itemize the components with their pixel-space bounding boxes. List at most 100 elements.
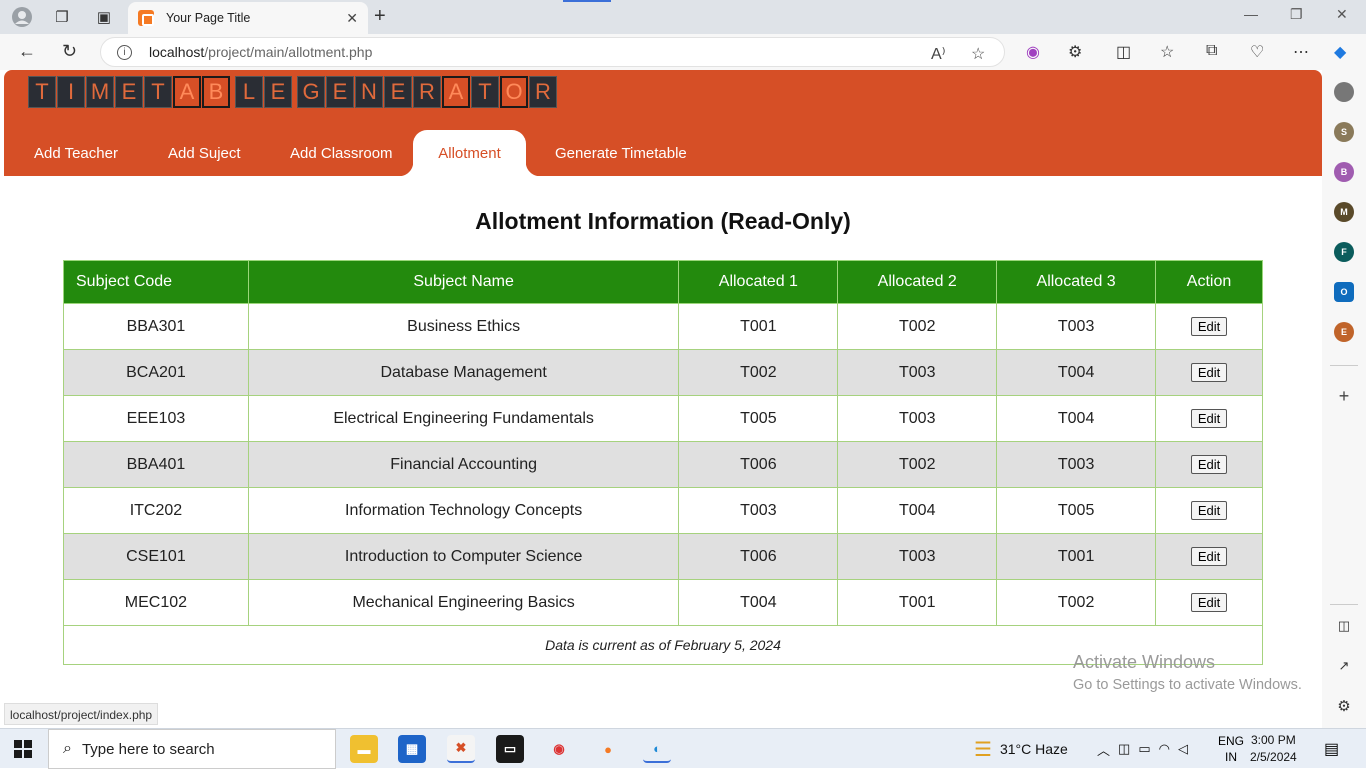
timetable-generator-logo: TIMETABLEGENERATOR xyxy=(28,76,558,108)
sidebar-panel-icon[interactable]: ◫ xyxy=(1334,616,1354,636)
cell-allocated-2: T003 xyxy=(837,349,998,396)
back-icon[interactable]: ← xyxy=(18,41,36,62)
cell-subject-name: Business Ethics xyxy=(247,303,680,350)
edit-button[interactable]: Edit xyxy=(1190,363,1228,382)
main-nav: Add Teacher Add Suject Add Classroom All… xyxy=(4,130,1322,176)
settings-gear-icon[interactable]: ⚙ xyxy=(1334,696,1354,716)
wifi-icon[interactable]: ◠ xyxy=(1159,741,1170,757)
weather-widget[interactable]: ☰ 31°C Haze xyxy=(974,729,1068,769)
cell-allocated-2: T002 xyxy=(837,441,998,488)
nav-generate-timetable[interactable]: Generate Timetable xyxy=(555,130,687,176)
search-icon: ⌕ xyxy=(63,740,72,757)
tab-active[interactable]: Your Page Title ✕ xyxy=(128,2,368,34)
edge-icon[interactable]: ◐ xyxy=(643,735,671,763)
edit-button[interactable]: Edit xyxy=(1190,455,1228,474)
col-subject-code: Subject Code xyxy=(63,260,249,304)
cell-subject-name: Financial Accounting xyxy=(247,441,680,488)
site-info-icon[interactable]: i xyxy=(117,44,132,60)
cell-subject-code: CSE101 xyxy=(63,533,249,580)
cell-action: Edit xyxy=(1155,487,1263,534)
sidebar-circle-icon[interactable] xyxy=(1334,82,1354,102)
cell-subject-name: Electrical Engineering Fundamentals xyxy=(247,395,680,442)
sidebar-add-icon[interactable]: + xyxy=(1334,386,1354,406)
performance-icon[interactable]: ♡ xyxy=(1250,42,1264,62)
minimize-icon[interactable]: — xyxy=(1244,6,1258,22)
battery-icon[interactable]: ▭ xyxy=(1138,741,1150,757)
sidebar-avatar-f[interactable]: F xyxy=(1334,242,1354,262)
extensions-icon[interactable]: ⚙ xyxy=(1068,42,1082,62)
windows-start-icon[interactable] xyxy=(14,740,32,758)
allotment-table: Subject Code Subject Name Allocated 1 Al… xyxy=(63,260,1263,665)
favorite-star-icon[interactable]: ☆ xyxy=(971,44,985,64)
col-action: Action xyxy=(1155,260,1263,304)
table-row: BBA301 Business Ethics T001 T002 T003 Ed… xyxy=(63,303,1263,350)
table-row: BBA401 Financial Accounting T006 T002 T0… xyxy=(63,441,1263,488)
tray-device-icon[interactable]: ◫ xyxy=(1118,741,1130,757)
tray-chevron-icon[interactable]: ︿ xyxy=(1097,740,1110,759)
external-link-icon[interactable]: ↗ xyxy=(1334,656,1354,676)
cell-action: Edit xyxy=(1155,533,1263,580)
outlook-icon[interactable]: O xyxy=(1334,282,1354,302)
refresh-icon[interactable]: ↻ xyxy=(62,41,77,62)
language-indicator[interactable]: ENG IN xyxy=(1218,733,1244,765)
broadcast-icon[interactable]: ◉ xyxy=(1026,42,1040,62)
file-explorer-icon[interactable]: ▬ xyxy=(350,735,378,763)
tab-actions-icon[interactable]: ▣ xyxy=(93,6,115,28)
url-field[interactable]: i localhost/project/main/allotment.php A… xyxy=(100,37,1005,67)
watermark-subtitle: Go to Settings to activate Windows. xyxy=(1073,677,1302,693)
nav-allotment[interactable]: Allotment xyxy=(399,130,540,176)
sidebar-avatar-b[interactable]: B xyxy=(1334,162,1354,182)
activate-windows-watermark: Activate Windows Go to Settings to activ… xyxy=(1073,652,1302,693)
logo-letter: M xyxy=(86,76,114,108)
read-aloud-icon[interactable]: A⁾ xyxy=(931,44,946,64)
more-menu-icon[interactable]: ⋯ xyxy=(1293,42,1309,62)
nav-add-teacher[interactable]: Add Teacher xyxy=(34,130,118,176)
sidebar-avatar-e[interactable]: E xyxy=(1334,322,1354,342)
col-subject-name: Subject Name xyxy=(247,260,680,304)
new-tab-icon[interactable]: + xyxy=(374,5,386,28)
restore-icon[interactable]: ❐ xyxy=(1290,6,1303,23)
split-screen-icon[interactable]: ◫ xyxy=(1116,42,1131,62)
terminal-icon[interactable]: ▭ xyxy=(496,735,524,763)
xampp-icon[interactable]: ✖ xyxy=(447,735,475,763)
browser-tab-bar: ❐ ▣ Your Page Title ✕ + — ❐ ✕ xyxy=(0,0,1366,34)
logo-letter: T xyxy=(144,76,172,108)
copilot-icon[interactable]: ◆ xyxy=(1334,42,1346,62)
chrome-icon[interactable]: ◉ xyxy=(545,735,573,763)
cell-allocated-1: T003 xyxy=(678,487,839,534)
windows-taskbar: ⌕ Type here to search ▬ ▦ ✖ ▭ ◉ ● ◐ ☰ 31… xyxy=(0,728,1366,769)
favorites-icon[interactable]: ☆ xyxy=(1160,42,1174,62)
workspaces-icon[interactable]: ❐ xyxy=(51,6,73,28)
edit-button[interactable]: Edit xyxy=(1190,409,1228,428)
volume-icon[interactable]: ◁ xyxy=(1178,741,1188,757)
notifications-icon[interactable]: ▤ xyxy=(1324,739,1339,759)
edit-button[interactable]: Edit xyxy=(1190,547,1228,566)
cell-allocated-3: T005 xyxy=(996,487,1157,534)
nav-add-subject[interactable]: Add Suject xyxy=(168,130,241,176)
profile-icon[interactable] xyxy=(11,6,33,28)
site-header: TIMETABLEGENERATOR Add Teacher Add Sujec… xyxy=(4,70,1322,176)
sidebar-avatar-s[interactable]: S xyxy=(1334,122,1354,142)
logo-letter: A xyxy=(442,76,470,108)
window-close-icon[interactable]: ✕ xyxy=(1336,6,1348,23)
weather-text: 31°C Haze xyxy=(999,741,1068,757)
taskbar-search[interactable]: ⌕ Type here to search xyxy=(48,729,336,769)
system-tray-icons[interactable]: ︿ ◫ ▭ ◠ ◁ xyxy=(1097,729,1188,769)
edit-button[interactable]: Edit xyxy=(1190,593,1228,612)
edit-button[interactable]: Edit xyxy=(1190,317,1228,336)
tab-close-icon[interactable]: ✕ xyxy=(346,10,358,27)
firefox-icon[interactable]: ● xyxy=(594,735,622,763)
sidebar-avatar-m[interactable]: M xyxy=(1334,202,1354,222)
taskbar-clock[interactable]: 3:00 PM 2/5/2024 xyxy=(1250,732,1297,766)
cell-allocated-2: T001 xyxy=(837,579,998,626)
page-title: Allotment Information (Read-Only) xyxy=(475,208,851,234)
tab-title: Your Page Title xyxy=(166,11,251,25)
search-placeholder: Type here to search xyxy=(81,740,215,758)
nav-add-classroom[interactable]: Add Classroom xyxy=(290,130,393,176)
edit-button[interactable]: Edit xyxy=(1190,501,1228,520)
store-icon[interactable]: ▦ xyxy=(398,735,426,763)
lang-region: IN xyxy=(1225,750,1237,764)
cell-allocated-1: T002 xyxy=(678,349,839,396)
link-status-bar: localhost/project/index.php xyxy=(4,703,159,725)
collections-icon[interactable]: ⧉ xyxy=(1206,42,1217,60)
